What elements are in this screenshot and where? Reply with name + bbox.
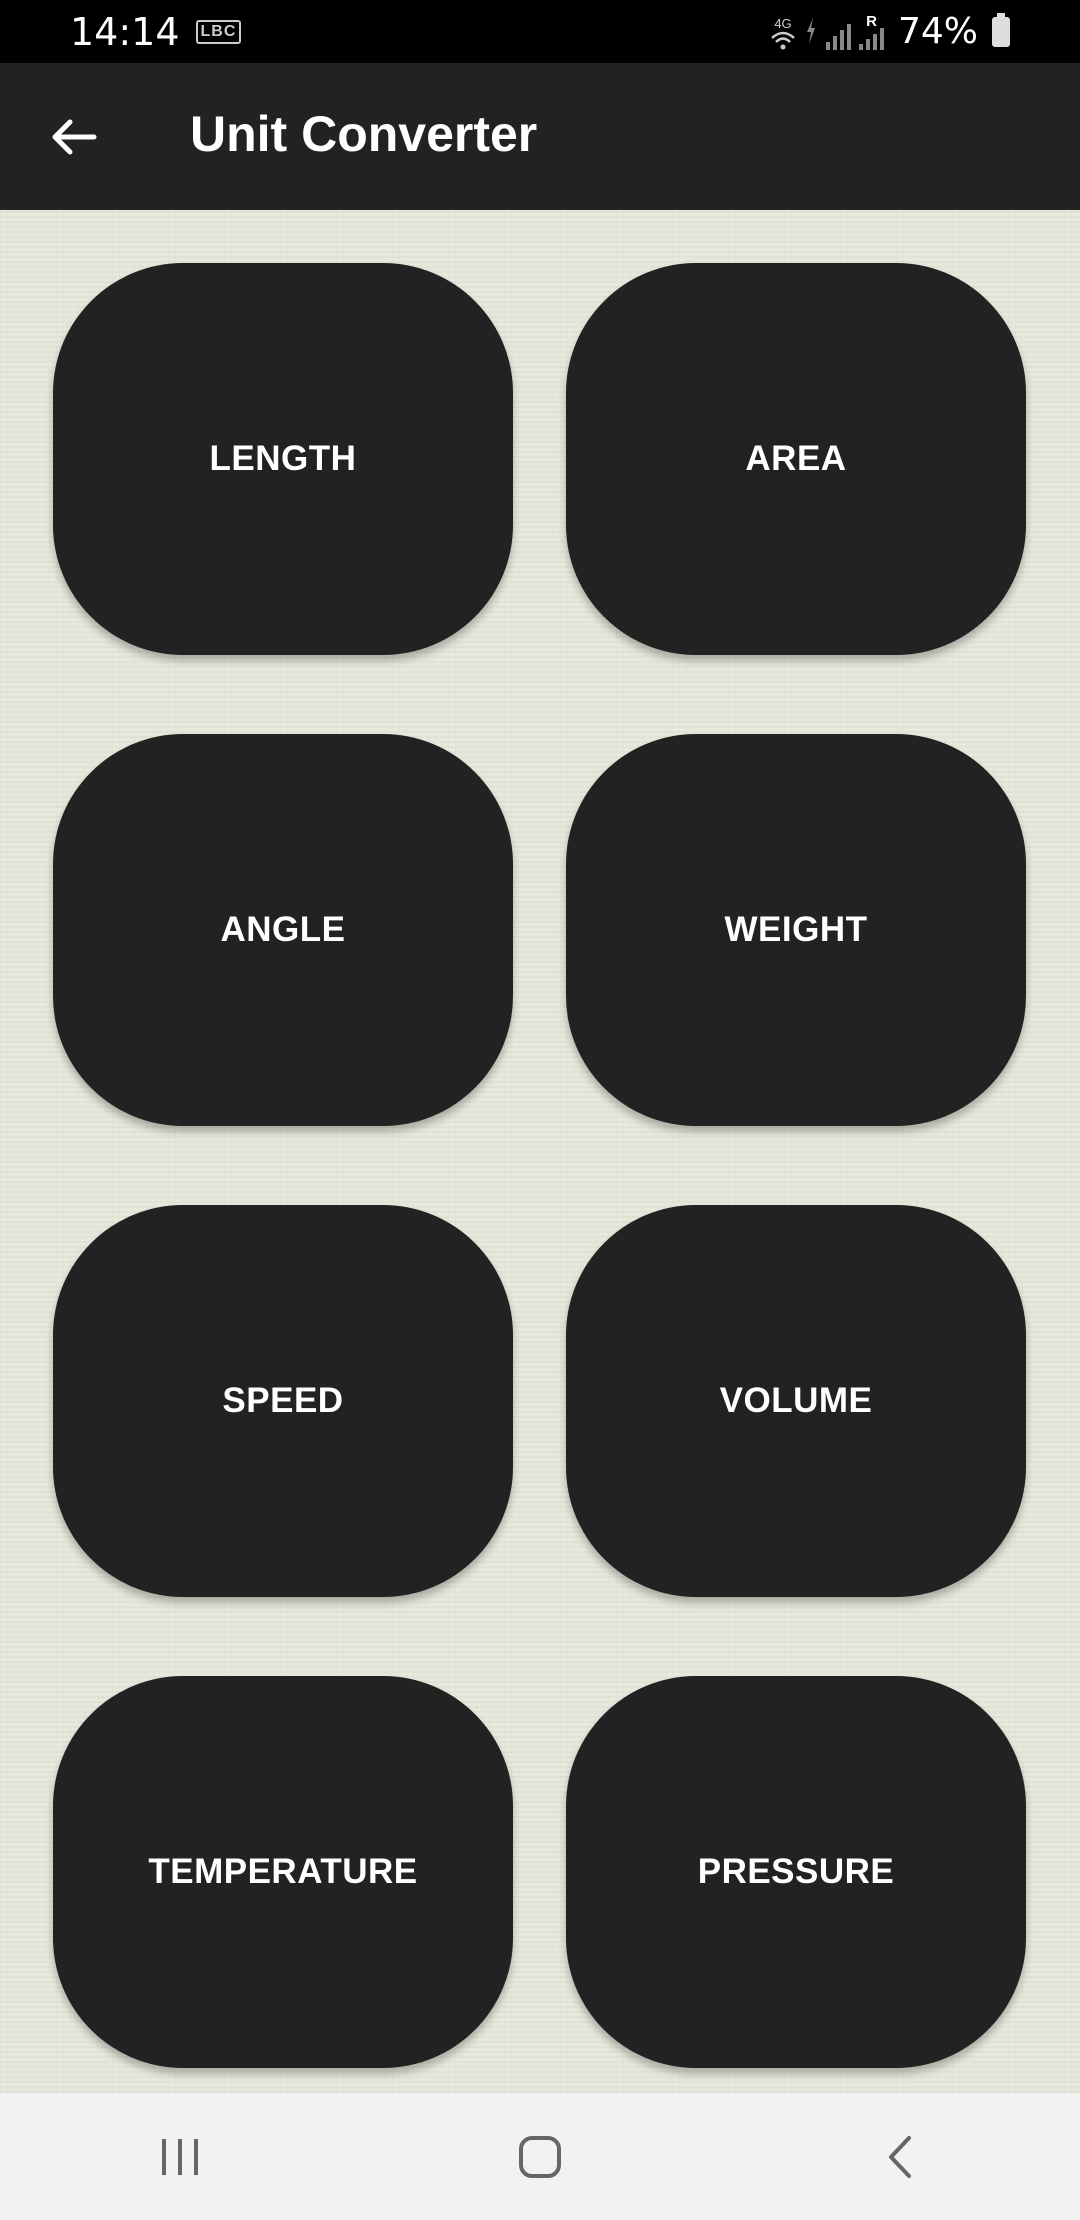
network-label: 4G bbox=[774, 15, 792, 31]
category-button-angle[interactable]: ANGLE bbox=[53, 734, 513, 1126]
category-label: LENGTH bbox=[209, 439, 357, 478]
category-label: TEMPERATURE bbox=[148, 1852, 418, 1891]
home-button[interactable] bbox=[480, 2107, 600, 2207]
category-label: AREA bbox=[745, 439, 847, 478]
lbc-notification-icon: LBC bbox=[195, 19, 242, 44]
category-label: SPEED bbox=[222, 1381, 344, 1420]
status-right: 4G R 74% bbox=[770, 11, 1010, 52]
category-label: VOLUME bbox=[719, 1381, 873, 1420]
roaming-label: R bbox=[866, 12, 877, 30]
page-title: Unit Converter bbox=[190, 106, 538, 162]
status-bar: 14:14 LBC 4G R 74% bbox=[0, 0, 1080, 63]
category-button-length[interactable]: LENGTH bbox=[53, 263, 513, 655]
category-button-weight[interactable]: WEIGHT bbox=[566, 734, 1026, 1126]
battery-icon bbox=[992, 12, 1010, 47]
home-icon bbox=[519, 2135, 561, 2178]
recents-icon bbox=[162, 2138, 198, 2175]
category-button-area[interactable]: AREA bbox=[566, 263, 1026, 655]
back-button[interactable] bbox=[40, 103, 108, 171]
system-back-button[interactable] bbox=[840, 2107, 960, 2207]
category-button-volume[interactable]: VOLUME bbox=[566, 1205, 1026, 1597]
roaming-signal-icon: R bbox=[858, 12, 884, 50]
signal-icons: 4G R bbox=[770, 14, 884, 50]
category-label: PRESSURE bbox=[697, 1852, 895, 1891]
category-label: ANGLE bbox=[220, 910, 346, 949]
recents-button[interactable] bbox=[120, 2107, 240, 2207]
category-label: WEIGHT bbox=[724, 910, 868, 949]
status-left: 14:14 LBC bbox=[70, 9, 242, 54]
status-time: 14:14 bbox=[70, 9, 180, 54]
category-grid: LENGTH AREA ANGLE WEIGHT SPEED VOLUME TE… bbox=[0, 210, 1080, 2093]
arrow-left-icon bbox=[52, 119, 97, 155]
category-button-speed[interactable]: SPEED bbox=[53, 1205, 513, 1597]
nav-back-icon bbox=[889, 2135, 911, 2178]
category-button-temperature[interactable]: TEMPERATURE bbox=[53, 1676, 513, 2068]
category-button-pressure[interactable]: PRESSURE bbox=[566, 1676, 1026, 2068]
wifi-4g-icon: 4G bbox=[770, 17, 796, 50]
signal-bars-1-icon bbox=[825, 20, 851, 50]
app-bar: Unit Converter bbox=[0, 63, 1080, 210]
battery-percent: 74% bbox=[897, 11, 978, 52]
wifi-icon bbox=[771, 31, 795, 49]
charging-bolt-icon bbox=[806, 17, 815, 44]
system-nav-bar bbox=[0, 2093, 1080, 2220]
